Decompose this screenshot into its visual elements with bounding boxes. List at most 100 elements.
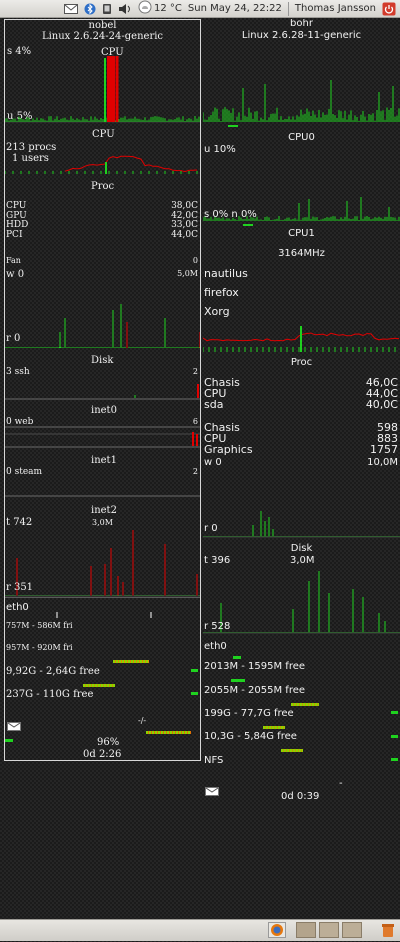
weather-widget[interactable]: 12 °C bbox=[138, 0, 182, 17]
eth-marks bbox=[56, 612, 152, 618]
net-scale: 3,0M bbox=[290, 555, 315, 566]
process-name: firefox bbox=[204, 286, 239, 299]
separator bbox=[287, 1, 289, 16]
fan-name: Graphics bbox=[204, 443, 253, 456]
cpu0-graph bbox=[203, 80, 400, 127]
web-graph bbox=[5, 426, 200, 448]
battery-indicator bbox=[5, 739, 13, 742]
net-down: r 351 bbox=[6, 582, 34, 593]
weather-icon bbox=[138, 0, 152, 17]
fs-bar-2 bbox=[191, 692, 198, 695]
ssh-scale: 2 bbox=[192, 367, 198, 376]
sensor-value: 44,0C bbox=[171, 229, 198, 240]
steam-graph bbox=[5, 495, 200, 497]
disk-read: r 0 bbox=[6, 333, 21, 344]
workspace-1[interactable] bbox=[296, 922, 316, 938]
bottom-panel bbox=[0, 919, 400, 941]
net-up: t 742 bbox=[6, 517, 33, 528]
hostname: nobel bbox=[88, 20, 117, 31]
sensor-value: 33,0C bbox=[171, 220, 198, 230]
net-up: t 396 bbox=[204, 555, 231, 566]
dash: - bbox=[339, 778, 343, 789]
mem-line-2: 957M - 920M fri bbox=[6, 643, 73, 652]
eth-label: eth0 bbox=[204, 641, 227, 652]
temp-value: 40,0C bbox=[365, 398, 398, 411]
disk-write: w 0 bbox=[204, 457, 222, 468]
fs-path: -/- bbox=[138, 716, 147, 725]
eth-bar bbox=[233, 656, 241, 659]
disk-title: Disk bbox=[91, 355, 114, 366]
mem-bar bbox=[113, 660, 149, 663]
net-scale: 3,0M bbox=[92, 518, 113, 527]
cpu0-title: CPU0 bbox=[288, 132, 315, 143]
fan-value: 0 bbox=[192, 256, 198, 265]
inet1-title: inet1 bbox=[91, 455, 117, 466]
disk-write-scale: 5,0M bbox=[177, 269, 198, 278]
proc-title: Proc bbox=[290, 357, 313, 368]
fan-label: Fan bbox=[6, 256, 21, 265]
fs-line-1: 9,92G - 2,64G free bbox=[6, 666, 100, 677]
sensor-value: 38,0C bbox=[171, 201, 198, 211]
fs-bar-2 bbox=[391, 735, 398, 738]
process-name: nautilus bbox=[204, 267, 248, 280]
battery-percent: 96% bbox=[97, 737, 120, 748]
screen-icon[interactable] bbox=[102, 3, 112, 15]
trash-icon[interactable] bbox=[380, 922, 398, 938]
sensor-name: HDD bbox=[6, 220, 29, 230]
net-down: r 528 bbox=[204, 621, 231, 632]
fs-line-1: 199G - 77,7G free bbox=[204, 708, 294, 719]
network-graph bbox=[5, 530, 200, 597]
disk-write-scale: 10,0M bbox=[367, 457, 398, 468]
conky-panel-bohr: bohr Linux 2.6.28-11-generic CPU0 u 10% … bbox=[203, 19, 400, 809]
nfs-bar bbox=[391, 758, 398, 761]
network-graph bbox=[203, 571, 400, 634]
cpu1-title: CPU1 bbox=[288, 228, 315, 239]
proc-title: Proc bbox=[91, 181, 115, 192]
inet2-title: inet2 bbox=[91, 505, 117, 516]
fs-bar-1 bbox=[391, 711, 398, 714]
user-name[interactable]: Thomas Jansson bbox=[295, 3, 376, 14]
disk-graph bbox=[5, 304, 200, 348]
battery-bar bbox=[146, 731, 191, 734]
cpu1-sn: s 0% n 0% bbox=[204, 209, 257, 220]
divider bbox=[5, 597, 200, 598]
cpu2-title: CPU bbox=[92, 129, 115, 140]
fs-line-2: 237G - 110G free bbox=[6, 689, 94, 700]
conky-panel-nobel: nobel Linux 2.6.24-24-generic s 4% CPU u… bbox=[4, 19, 201, 761]
workspace-3[interactable] bbox=[342, 922, 362, 938]
kernel: Linux 2.6.28-11-generic bbox=[241, 30, 362, 41]
uptime: 0d 2:26 bbox=[83, 749, 122, 760]
bluetooth-icon[interactable] bbox=[84, 3, 96, 15]
mem-line-2: 2055M - 2055M free bbox=[204, 685, 306, 696]
graph-line bbox=[64, 155, 198, 173]
sensor-name: PCI bbox=[6, 229, 23, 240]
fs-line-2: 10,3G - 5,84G free bbox=[204, 731, 297, 742]
clock[interactable]: Sun May 24, 22:22 bbox=[188, 3, 282, 14]
uptime: 0d 0:39 bbox=[281, 791, 320, 802]
cpu0-user: u 10% bbox=[204, 144, 236, 155]
temp-name: sda bbox=[204, 398, 224, 411]
hostname: bohr bbox=[290, 19, 313, 29]
firefox-icon[interactable] bbox=[268, 922, 286, 938]
mail-icon[interactable] bbox=[7, 716, 21, 735]
fs-bar-1b bbox=[263, 726, 285, 729]
mail-icon[interactable] bbox=[64, 3, 79, 14]
fan-value: 1757 bbox=[370, 443, 398, 456]
volume-icon[interactable] bbox=[118, 3, 132, 15]
mem-line-1: 2013M - 1595M free bbox=[204, 661, 306, 672]
inet0-title: inet0 bbox=[91, 405, 117, 416]
fs-bar-2b bbox=[281, 749, 303, 752]
sensor-name: CPU bbox=[6, 201, 27, 211]
temperature-text: 12 °C bbox=[154, 3, 182, 14]
kernel: Linux 2.6.24-24-generic bbox=[41, 31, 164, 42]
shutdown-icon[interactable] bbox=[382, 2, 396, 16]
mem-bar-2 bbox=[291, 703, 319, 706]
disk-read: r 0 bbox=[204, 523, 218, 534]
load-graph bbox=[203, 326, 400, 352]
mail-icon[interactable] bbox=[205, 781, 219, 800]
cpu-graph bbox=[5, 56, 200, 123]
workspace-2[interactable] bbox=[319, 922, 339, 938]
fs-bar-1 bbox=[191, 669, 198, 672]
disk-title: Disk bbox=[290, 543, 313, 554]
mem-line-1: 757M - 586M fri bbox=[6, 621, 73, 630]
